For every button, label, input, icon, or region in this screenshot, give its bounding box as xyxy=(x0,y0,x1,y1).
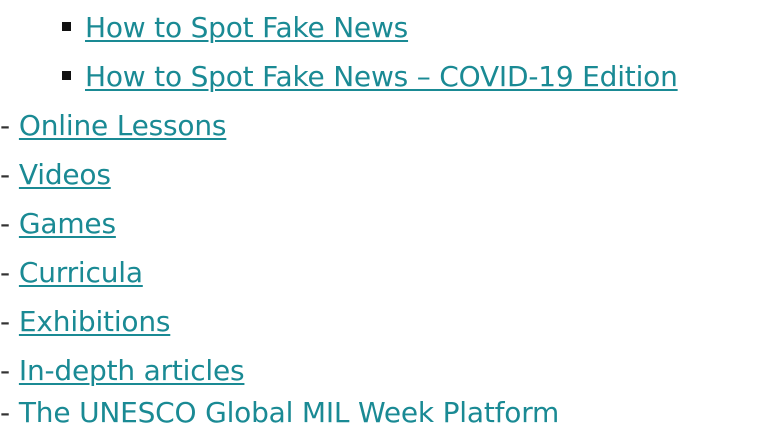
link-online-lessons[interactable]: Online Lessons xyxy=(19,109,227,142)
link-how-to-spot-fake-news[interactable]: How to Spot Fake News xyxy=(85,11,408,44)
dash-prefix: - xyxy=(0,109,10,142)
list-item-exhibitions: - Exhibitions xyxy=(0,300,170,344)
list-item-online-lessons: - Online Lessons xyxy=(0,104,227,148)
sublist-item-fake-news: How to Spot Fake News xyxy=(62,6,408,50)
link-how-to-spot-fake-news-covid-19[interactable]: How to Spot Fake News – COVID-19 Edition xyxy=(85,60,678,93)
sublist-item-fake-news-covid: How to Spot Fake News – COVID-19 Edition xyxy=(62,55,678,99)
list-item-games: - Games xyxy=(0,202,116,246)
link-in-depth-articles[interactable]: In-depth articles xyxy=(19,354,245,387)
list-item-unesco-mil-week: - The UNESCO Global MIL Week Platform xyxy=(0,391,559,435)
link-videos[interactable]: Videos xyxy=(19,158,111,191)
link-games[interactable]: Games xyxy=(19,207,116,240)
list-item-videos: - Videos xyxy=(0,153,111,197)
square-bullet-icon xyxy=(62,70,71,80)
link-unesco-global-mil-week-platform[interactable]: The UNESCO Global MIL Week Platform xyxy=(19,396,559,429)
dash-prefix: - xyxy=(0,354,10,387)
dash-prefix: - xyxy=(0,396,10,429)
link-curricula[interactable]: Curricula xyxy=(19,256,143,289)
dash-prefix: - xyxy=(0,158,10,191)
dash-prefix: - xyxy=(0,305,10,338)
list-item-in-depth-articles: - In-depth articles xyxy=(0,349,245,393)
square-bullet-icon xyxy=(62,21,71,31)
list-item-curricula: - Curricula xyxy=(0,251,143,295)
dash-prefix: - xyxy=(0,256,10,289)
dash-prefix: - xyxy=(0,207,10,240)
link-exhibitions[interactable]: Exhibitions xyxy=(19,305,171,338)
